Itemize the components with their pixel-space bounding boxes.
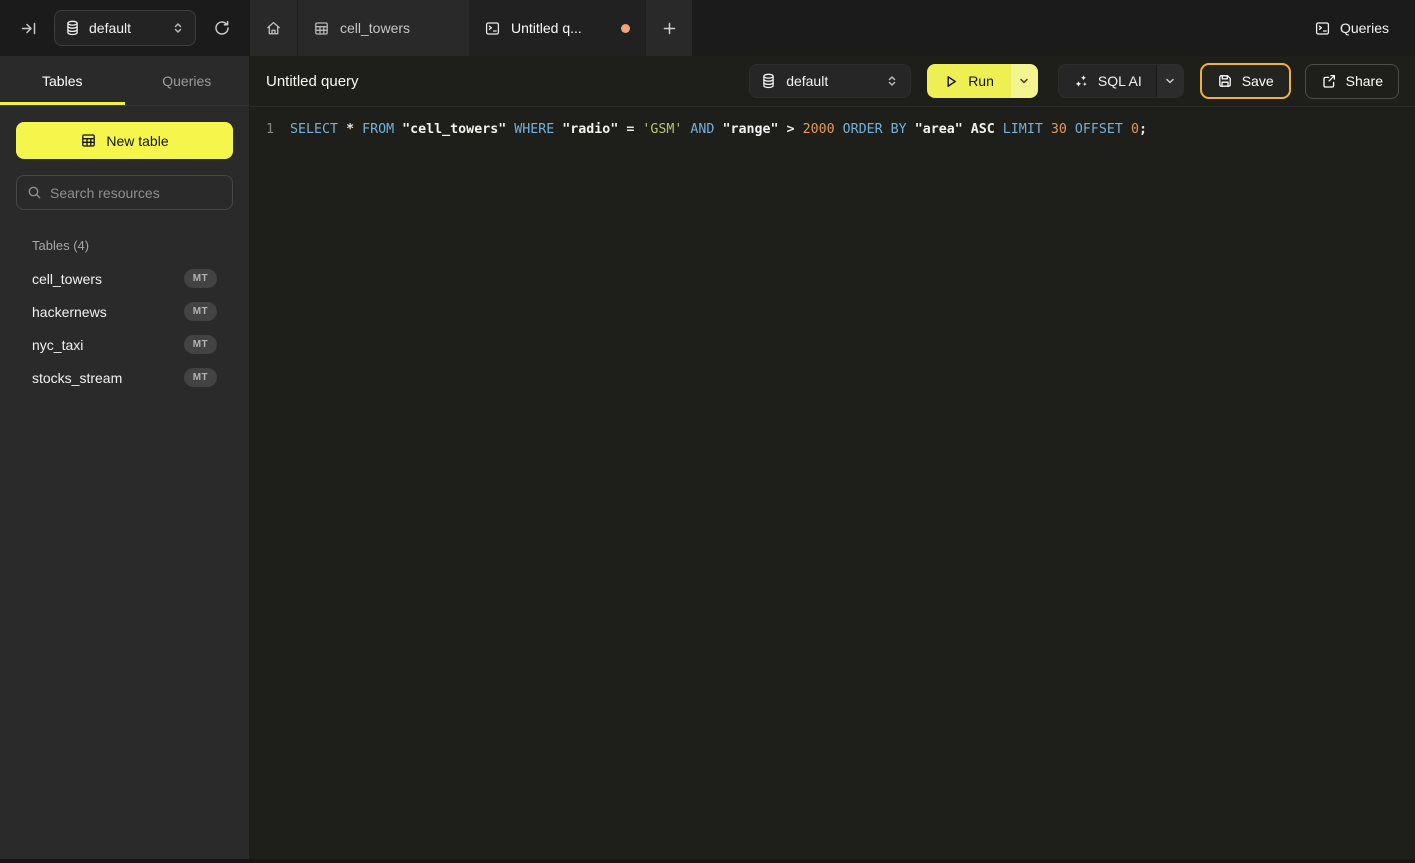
table-icon [313, 20, 330, 37]
chevron-down-icon [1018, 75, 1030, 87]
query-toolbar-controls: default [749, 63, 1399, 99]
query-toolbar: Untitled query default [250, 56, 1415, 107]
table-name: cell_towers [32, 271, 102, 287]
save-button[interactable]: Save [1200, 63, 1291, 99]
new-table-button[interactable]: New table [16, 122, 233, 159]
queries-link[interactable]: Queries [1314, 20, 1389, 37]
tab-label: cell_towers [340, 20, 410, 36]
sql-editor[interactable]: 1 SELECT * FROM "cell_towers" WHERE "rad… [250, 107, 1415, 863]
table-engine-badge: MT [184, 335, 217, 354]
run-button[interactable]: Run [927, 64, 1011, 98]
topbar-right-section: Queries [692, 0, 1415, 56]
table-engine-badge: MT [184, 269, 217, 288]
share-button[interactable]: Share [1305, 64, 1399, 99]
query-database-selector-value: default [786, 73, 828, 89]
database-icon [761, 73, 776, 89]
sql-ai-split-button: SQL AI [1058, 64, 1184, 98]
refresh-button[interactable] [208, 14, 236, 42]
table-list-item[interactable]: cell_towers MT [0, 262, 249, 295]
share-button-label: Share [1346, 73, 1383, 89]
database-icon [65, 20, 80, 36]
window-bottom-edge [0, 859, 1415, 863]
sidebar-tab-bar: Tables Queries [0, 56, 249, 106]
table-name: nyc_taxi [32, 337, 83, 353]
play-icon [944, 74, 959, 89]
chevron-updown-icon [171, 21, 185, 35]
sidebar-tab-queries[interactable]: Queries [125, 56, 250, 105]
sql-ai-button[interactable]: SQL AI [1059, 65, 1156, 97]
tab-cell-towers[interactable]: cell_towers [298, 0, 469, 56]
table-name: stocks_stream [32, 370, 122, 386]
line-number: 1 [250, 122, 274, 137]
collapse-sidebar-button[interactable] [14, 14, 42, 42]
sparkles-icon [1073, 73, 1089, 89]
save-icon [1217, 73, 1233, 89]
chevron-down-icon [1164, 75, 1176, 87]
search-resources-box [16, 175, 233, 210]
query-database-selector[interactable]: default [749, 64, 911, 98]
tables-list: cell_towers MT hackernews MT nyc_taxi MT [0, 262, 249, 394]
query-icon [484, 20, 501, 37]
app-window: default [0, 0, 1415, 863]
refresh-icon [213, 19, 231, 37]
home-icon [265, 20, 282, 37]
table-list-item[interactable]: hackernews MT [0, 295, 249, 328]
run-options-button[interactable] [1011, 64, 1038, 98]
run-split-button: Run [927, 64, 1038, 98]
sidebar: Tables Queries New table [0, 56, 250, 863]
run-button-label: Run [968, 73, 994, 89]
chevron-updown-icon [885, 74, 899, 88]
query-title: Untitled query [266, 73, 359, 90]
queries-link-label: Queries [1340, 20, 1389, 36]
search-icon [27, 185, 42, 200]
tables-section-header: Tables (4) [0, 224, 249, 262]
query-icon [1314, 20, 1331, 37]
new-tab-button[interactable] [645, 0, 692, 56]
save-button-label: Save [1242, 73, 1274, 89]
table-icon [80, 132, 97, 149]
sql-ai-button-label: SQL AI [1098, 73, 1142, 89]
table-engine-badge: MT [184, 368, 217, 387]
plus-icon [662, 21, 677, 36]
arrow-to-line-icon [20, 20, 37, 37]
share-icon [1321, 73, 1337, 89]
table-list-item[interactable]: nyc_taxi MT [0, 328, 249, 361]
table-engine-badge: MT [184, 302, 217, 321]
topbar-left-section: default [0, 0, 250, 56]
code-line: 1 SELECT * FROM "cell_towers" WHERE "rad… [250, 119, 1415, 140]
search-resources-input[interactable] [50, 185, 231, 201]
tab-home[interactable] [250, 0, 298, 56]
unsaved-changes-dot [621, 24, 630, 33]
tab-untitled-query[interactable]: Untitled q... [469, 0, 645, 56]
sql-code: SELECT * FROM "cell_towers" WHERE "radio… [290, 122, 1147, 137]
main-panel: Untitled query default [250, 56, 1415, 863]
new-table-button-label: New table [106, 133, 168, 149]
sql-ai-options-button[interactable] [1156, 65, 1183, 97]
sidebar-tab-tables[interactable]: Tables [0, 56, 125, 105]
table-list-item[interactable]: stocks_stream MT [0, 361, 249, 394]
database-selector[interactable]: default [54, 10, 196, 46]
tab-label: Untitled q... [511, 20, 582, 36]
table-name: hackernews [32, 304, 107, 320]
database-selector-value: default [89, 20, 131, 36]
top-bar: default [0, 0, 1415, 56]
